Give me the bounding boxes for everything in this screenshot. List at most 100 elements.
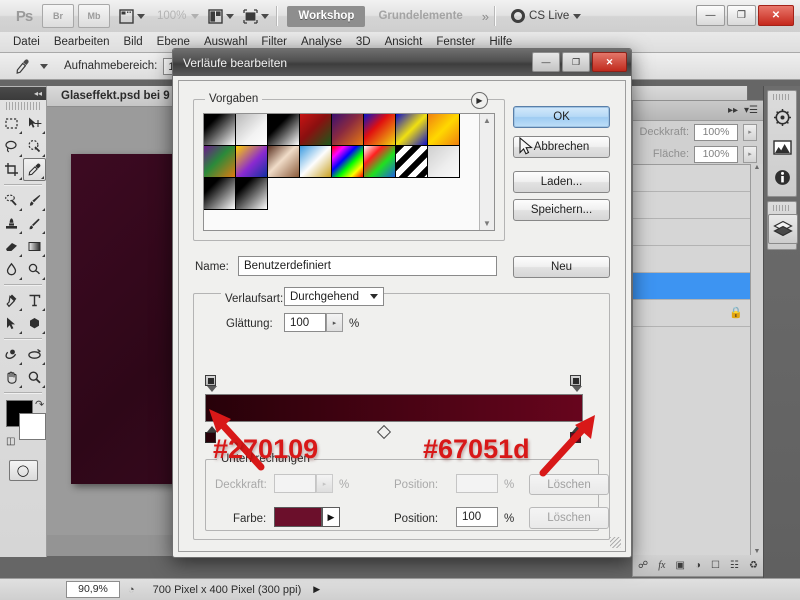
dialog-resize-grip[interactable] [610,537,621,548]
save-button[interactable]: Speichern... [513,199,610,221]
dialog-title-bar[interactable]: Verläufe bearbeiten — ❐ ✕ [173,49,631,76]
gradient-preview-bar[interactable] [205,394,583,422]
close-button[interactable]: ✕ [758,5,794,26]
name-input[interactable]: Benutzerdefiniert [238,256,497,276]
preset-swatch[interactable] [299,145,332,178]
tool-3d-rotate[interactable] [0,343,23,366]
opacity-stepper[interactable]: ▸ [743,123,757,141]
zoom-chevron-icon[interactable] [191,13,200,19]
cancel-button[interactable]: Abbrechen [513,136,610,158]
tool-crop[interactable] [0,158,23,181]
color-stop-right[interactable] [570,426,583,443]
tool-history-brush[interactable] [23,212,46,235]
new-button[interactable]: Neu [513,256,610,278]
scroll-up-icon[interactable]: ▲ [754,164,761,171]
dock-drag-dots[interactable] [773,94,791,100]
opacity-stop-left[interactable] [205,375,218,392]
dock-drag-dots-2[interactable] [773,205,791,211]
tool-pen[interactable] [0,289,23,312]
stop-opacity-stepper[interactable]: ▸ [316,474,333,493]
presets-menu-icon[interactable]: ▶ [471,92,488,109]
menu-bild[interactable]: Bild [116,32,149,52]
arrange-documents-button[interactable] [208,5,235,27]
stop-opacity-delete-button[interactable]: Löschen [529,474,609,495]
preset-swatch[interactable] [267,114,300,146]
preset-swatch[interactable] [235,177,268,210]
new-layer-icon[interactable]: ☷ [730,560,739,571]
preset-swatch[interactable] [204,177,236,210]
table-row[interactable] [633,246,751,273]
preset-swatch[interactable] [395,145,428,178]
stop-opacity-input[interactable] [274,474,316,493]
cs-live-button[interactable]: CS Live [511,9,582,23]
eyedropper-icon[interactable] [13,57,32,76]
preset-swatch[interactable] [267,145,300,178]
tool-type[interactable] [23,289,46,312]
tool-3d-orbit[interactable] [23,343,46,366]
tool-marquee[interactable] [0,112,23,135]
dialog-close-button[interactable]: ✕ [592,52,627,72]
histogram-icon[interactable] [768,133,796,161]
adjustment-icon[interactable]: ◑ [695,560,701,571]
tool-path-selection[interactable] [0,312,23,335]
document-icon[interactable]: ◔ [128,584,135,596]
mini-bridge-button[interactable]: Mb [78,4,110,28]
toolbox-drag-dots[interactable] [6,102,40,110]
preset-swatch[interactable] [235,114,268,146]
table-row[interactable] [633,192,751,219]
gradient-type-select[interactable]: Durchgehend [284,287,384,306]
fill-value[interactable]: 100% [694,145,738,163]
smoothness-input[interactable]: 100 [284,313,326,332]
toolbox-collapse-handle[interactable]: ◂◂ [0,87,46,100]
preset-swatch[interactable] [204,145,236,178]
load-button[interactable]: Laden... [513,171,610,193]
table-row-background[interactable]: 🔒 [633,300,751,327]
tool-hand[interactable] [0,366,23,389]
background-color-swatch[interactable] [19,413,46,440]
collapse-panel-icon[interactable]: ▸▸ [728,105,738,116]
preset-swatch[interactable] [395,114,428,146]
tool-move[interactable] [23,112,46,135]
presets-scrollbar[interactable]: ▲ ▼ [479,114,494,230]
tool-dodge[interactable] [23,258,46,281]
info-icon[interactable] [768,163,796,191]
stop-opacity-position-input[interactable] [456,474,498,493]
more-workspaces-icon[interactable]: » [482,9,489,24]
table-row-selected[interactable] [633,273,751,300]
tool-zoom[interactable] [23,366,46,389]
status-zoom-field[interactable]: 90,9% [66,581,120,598]
opacity-stop-right[interactable] [570,375,583,392]
stop-color-delete-button[interactable]: Löschen [529,507,609,529]
bridge-button[interactable]: Br [42,4,74,28]
preset-swatch[interactable] [363,145,396,178]
quick-mask-button[interactable]: ◯ [8,460,38,481]
scroll-up-icon[interactable]: ▲ [483,116,491,125]
tool-lasso[interactable] [0,135,23,158]
tool-eyedropper[interactable] [23,158,46,181]
tool-clone-stamp[interactable] [0,212,23,235]
smoothness-stepper[interactable]: ▸ [326,313,343,332]
status-expand-icon[interactable]: ▶ [313,584,320,595]
tool-quick-selection[interactable] [23,135,46,158]
default-colors-icon[interactable]: ◫ [6,436,15,447]
tool-healing-brush[interactable] [0,189,23,212]
view-extras-button[interactable] [119,5,145,27]
tool-eraser[interactable] [0,235,23,258]
presets-list[interactable]: ▲ ▼ [203,113,495,231]
dialog-restore-button[interactable]: ❐ [562,52,590,72]
fx-icon[interactable]: fx [658,560,665,571]
mask-icon[interactable]: ▣ [675,560,684,571]
folder-icon[interactable]: ☐ [711,560,720,571]
panel-menu-icon[interactable]: ▾☰ [744,105,758,116]
minimize-button[interactable]: — [696,5,725,26]
preset-swatch[interactable] [427,145,460,178]
menu-datei[interactable]: Datei [6,32,47,52]
opacity-value[interactable]: 100% [694,123,738,141]
tool-brush[interactable] [23,189,46,212]
workspace-workshop-button[interactable]: Workshop [287,5,366,27]
preset-swatch[interactable] [235,145,268,178]
swap-colors-icon[interactable]: ↷ [35,398,44,411]
link-layers-icon[interactable]: ☍ [638,560,648,571]
preset-swatch[interactable] [363,114,396,146]
preset-swatch[interactable] [331,145,364,178]
